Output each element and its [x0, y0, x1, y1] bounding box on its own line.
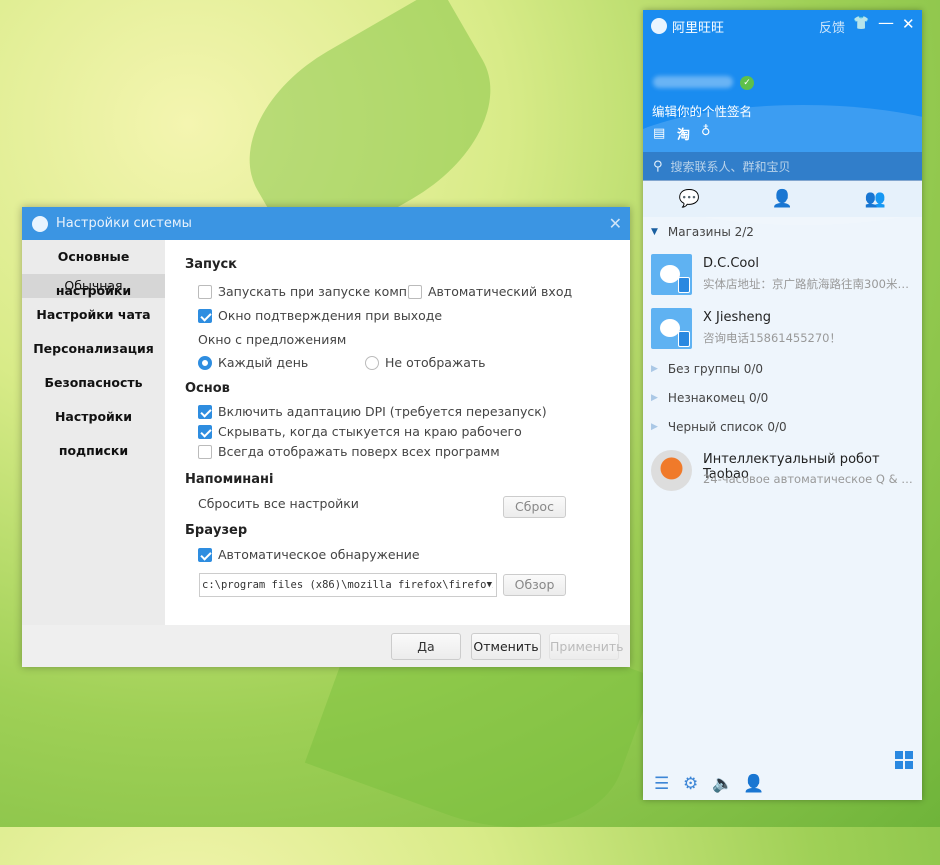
sound-icon[interactable]: 🔈	[712, 774, 733, 794]
minimize-icon[interactable]: —	[878, 13, 894, 32]
browse-button[interactable]: Обзор	[503, 574, 566, 596]
tab-recent-chats[interactable]: 💬	[643, 181, 736, 217]
chevron-down-icon: ▼	[486, 574, 492, 596]
news-icon[interactable]: ▤	[653, 126, 665, 141]
browser-heading: Браузер	[185, 523, 248, 538]
settings-gear-icon[interactable]: ⚙	[683, 774, 698, 794]
caret-right-icon: ▶	[651, 422, 658, 432]
dialog-title: Настройки системы	[56, 216, 192, 231]
every-day-radio[interactable]: Каждый день	[198, 355, 308, 370]
taobao-icon[interactable]: 淘	[677, 124, 690, 143]
browser-path-select[interactable]: c:\program files (x86)\mozilla firefox\f…	[199, 573, 497, 597]
group-strangers[interactable]: ▶ Незнакомец 0/0	[651, 391, 768, 405]
autostart-checkbox[interactable]: Запускать при запуске компь	[198, 284, 414, 299]
avatar	[651, 254, 692, 295]
dialog-titlebar: Настройки системы	[22, 207, 630, 240]
sidebar-item-personalization[interactable]: Персонализация	[22, 332, 165, 366]
contact-item[interactable]: D.C.Cool 实体店地址：京广路航海路往南300米路东	[651, 254, 916, 298]
search-icon: ⚲	[653, 159, 663, 174]
robot-contact[interactable]: Интеллектуальный робот Taobao 24-часовое …	[651, 450, 916, 494]
profile-header: 阿里旺旺 反馈 👕 — ✕ ✓ 编辑你的个性签名 ▤ 淘 ♁ ⚲ 搜索联系人、群和…	[643, 10, 922, 225]
sidebar-item-general[interactable]: Обычная	[22, 274, 165, 298]
feedback-link[interactable]: 反馈	[819, 17, 845, 36]
username-blurred	[653, 76, 733, 88]
tab-contacts[interactable]: 👤	[736, 181, 829, 217]
search-input[interactable]: ⚲ 搜索联系人、群和宝贝	[643, 152, 922, 181]
skin-shirt-icon[interactable]: 👕	[853, 16, 869, 31]
apply-button[interactable]: Применить	[549, 633, 624, 660]
app-logo-icon	[651, 18, 667, 34]
sidebar-item-basic[interactable]: Основные настройки	[22, 240, 165, 298]
hide-edge-checkbox[interactable]: Скрывать, когда стыкуется на краю рабоче…	[198, 424, 522, 439]
group-no-group[interactable]: ▶ Без группы 0/0	[651, 362, 763, 376]
online-status-icon: ✓	[740, 76, 754, 90]
reminder-heading: Напоминані	[185, 472, 274, 487]
contact-item[interactable]: X Jiesheng 咨询电话15861455270！	[651, 308, 916, 352]
settings-dialog: Настройки системы ✕ Основные настройки О…	[22, 207, 630, 667]
dpi-checkbox[interactable]: Включить адаптацию DPI (требуется переза…	[198, 404, 547, 419]
on-top-checkbox[interactable]: Всегда отображать поверх всех программ	[198, 444, 500, 459]
startup-heading: Запуск	[185, 257, 237, 272]
sidebar-item-security[interactable]: Безопасность	[22, 366, 165, 400]
tab-groups[interactable]: 👥	[829, 181, 922, 217]
group-shops[interactable]: ▼ Магазины 2/2	[651, 225, 754, 239]
autologin-checkbox[interactable]: Автоматический вход	[408, 284, 572, 299]
auto-detect-checkbox[interactable]: Автоматическое обнаружение	[198, 547, 420, 562]
add-contact-icon[interactable]: 👤	[743, 774, 764, 794]
close-icon[interactable]: ✕	[902, 15, 915, 33]
close-icon[interactable]: ✕	[609, 214, 622, 233]
signature-field[interactable]: 编辑你的个性签名	[652, 101, 752, 120]
avatar	[651, 308, 692, 349]
cancel-button[interactable]: Отменить	[471, 633, 541, 660]
caret-right-icon: ▶	[651, 393, 658, 403]
apps-grid-icon[interactable]	[895, 751, 913, 769]
settings-sidebar: Основные настройки Обычная Настройки чат…	[22, 240, 165, 625]
caret-down-icon: ▼	[651, 227, 658, 237]
sidebar-item-subscription[interactable]: Настройки подписки	[22, 400, 165, 458]
reset-label: Сбросить все настройки	[198, 496, 359, 511]
money-bag-icon[interactable]: ♁	[701, 124, 711, 139]
dialog-footer: Да Отменить Применить	[22, 625, 630, 667]
suggestion-label: Окно с предложениям	[198, 332, 347, 347]
browser-path-value: c:\program files (x86)\mozilla firefox\f…	[202, 579, 493, 591]
menu-icon[interactable]: ☰	[654, 774, 669, 794]
ok-button[interactable]: Да	[391, 633, 461, 660]
reset-button[interactable]: Сброс	[503, 496, 566, 518]
confirm-exit-checkbox[interactable]: Окно подтверждения при выходе	[198, 308, 442, 323]
group-blacklist[interactable]: ▶ Черный список 0/0	[651, 420, 787, 434]
app-title: 阿里旺旺	[672, 21, 725, 36]
dont-show-radio[interactable]: Не отображать	[365, 355, 486, 370]
sidebar-item-chat[interactable]: Настройки чата	[22, 298, 165, 332]
basic-heading: Основ	[185, 381, 230, 396]
wangwang-window: 阿里旺旺 反馈 👕 — ✕ ✓ 编辑你的个性签名 ▤ 淘 ♁ ⚲ 搜索联系人、群和…	[643, 10, 922, 800]
caret-right-icon: ▶	[651, 364, 658, 374]
robot-avatar	[651, 450, 692, 491]
app-logo-icon	[32, 215, 48, 232]
